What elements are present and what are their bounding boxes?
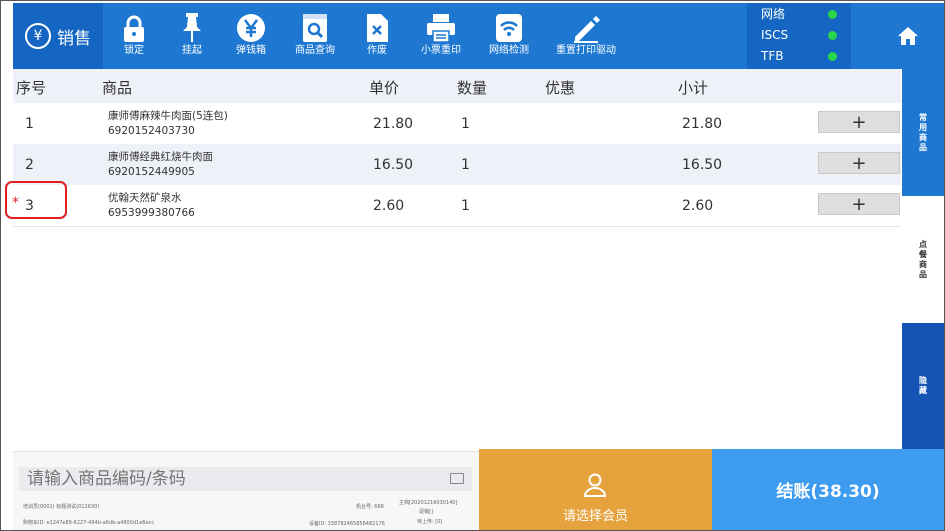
- left-margin: [1, 3, 13, 530]
- status-panel: 网络 ISCS TFB: [747, 3, 851, 69]
- person-icon: [584, 473, 606, 497]
- pos-window: ¥ 销售 锁定 挂起 弹钱箱 商品查询 作废 小票重印 网络检测 重置打印驱动 …: [0, 0, 945, 531]
- wifi-icon: [495, 3, 523, 45]
- product-query-label: 商品查询: [295, 45, 335, 56]
- status-iscs-label: ISCS: [761, 28, 789, 42]
- printer-icon: [426, 3, 456, 45]
- pending-upload-info: 待上传: [0]: [417, 519, 443, 525]
- lock-button[interactable]: 锁定: [111, 3, 157, 69]
- home-button[interactable]: [871, 3, 944, 69]
- header-product: 商品: [102, 79, 133, 97]
- lock-icon: [123, 3, 145, 45]
- device-id-info: 设备ID: 338782465858482176: [309, 521, 385, 527]
- row-product-name: 康师傅经典红烧牛肉面: [108, 151, 213, 163]
- row-product-code: 6920152449905: [108, 166, 195, 178]
- selected-marker: *: [12, 195, 19, 211]
- suspend-label: 挂起: [182, 45, 202, 56]
- main-file-info: 主档[20201216030140]: [399, 500, 458, 506]
- reprint-label: 小票重印: [421, 45, 461, 56]
- table-row[interactable]: 2 康师傅经典红烧牛肉面 6920152449905 16.50 1 16.50…: [13, 144, 901, 185]
- select-member-label: 请选择会员: [562, 509, 628, 524]
- row-index: 2: [25, 157, 34, 173]
- row-price: 21.80: [373, 116, 414, 132]
- tab-order-products-label: 点餐商品: [919, 239, 927, 279]
- table-row[interactable]: * 3 优翰天然矿泉水 6953999380766 2.60 1 2.60 +: [5, 181, 901, 226]
- yen-circle-icon: ¥: [25, 23, 51, 49]
- void-doc-icon: [365, 3, 389, 45]
- cash-drawer-label: 弹钱箱: [236, 45, 266, 56]
- pencil-icon: [571, 3, 601, 45]
- add-qty-button[interactable]: +: [818, 152, 900, 174]
- status-iscs: ISCS: [761, 25, 841, 45]
- checkout-button[interactable]: 结账(38.30): [712, 449, 944, 530]
- tab-common-products[interactable]: 常用商品: [902, 69, 944, 196]
- status-tfb-indicator: [828, 52, 837, 61]
- void-button[interactable]: 作废: [355, 3, 399, 69]
- trainer-info: 培训员(0001) 标题测试(012630): [23, 504, 100, 510]
- row-price: 2.60: [373, 198, 405, 214]
- row-qty: 1: [461, 198, 470, 214]
- tab-order-products[interactable]: 点餐商品: [902, 196, 944, 323]
- cart-id-info: 购物车ID: e1247e89-6227-494b-a6db-a4800d1e6…: [23, 520, 155, 526]
- checkout-label: 结账(38.30): [776, 482, 880, 502]
- row-subtotal: 16.50: [682, 157, 723, 173]
- keyboard-icon[interactable]: [450, 473, 464, 484]
- lock-label: 锁定: [124, 45, 144, 56]
- pin-icon: [181, 3, 203, 45]
- status-tfb-label: TFB: [761, 49, 784, 63]
- brand-label: 销售: [57, 28, 91, 49]
- header-index: 序号: [16, 79, 47, 97]
- home-icon: [897, 27, 918, 45]
- network-check-label: 网络检测: [489, 45, 529, 56]
- network-check-button[interactable]: 网络检测: [483, 3, 535, 69]
- row-index: 1: [25, 116, 34, 132]
- top-toolbar: ¥ 销售 锁定 挂起 弹钱箱 商品查询 作废 小票重印 网络检测 重置打印驱动 …: [13, 3, 944, 69]
- reprint-button[interactable]: 小票重印: [413, 3, 469, 69]
- search-box[interactable]: [19, 467, 472, 491]
- row-product-code: 6920152403730: [108, 125, 195, 137]
- row-product-code: 6953999380766: [108, 207, 195, 219]
- row-qty: 1: [461, 157, 470, 173]
- product-query-button[interactable]: 商品查询: [289, 3, 341, 69]
- row-product-name: 康师傅麻辣牛肉面(5连包): [108, 110, 228, 122]
- select-member-button[interactable]: 请选择会员: [479, 449, 712, 530]
- header-subtotal: 小计: [678, 79, 709, 97]
- status-network-indicator: [828, 10, 837, 19]
- tab-common-products-label: 常用商品: [919, 112, 927, 152]
- add-qty-button[interactable]: +: [818, 193, 900, 215]
- search-doc-icon: [302, 3, 328, 45]
- row-qty: 1: [461, 116, 470, 132]
- status-network: 网络: [761, 4, 841, 24]
- status-iscs-indicator: [828, 31, 837, 40]
- row-subtotal: 21.80: [682, 116, 723, 132]
- void-label: 作废: [367, 45, 387, 56]
- input-area: 培训员(0001) 标题测试(012630) 购物车ID: e1247e89-6…: [13, 451, 479, 530]
- row-product-name: 优翰天然矿泉水: [108, 192, 182, 204]
- reset-printer-button[interactable]: 重置打印驱动: [553, 3, 619, 69]
- table-divider: [13, 226, 901, 227]
- reset-printer-label: 重置打印驱动: [556, 45, 616, 56]
- status-tfb: TFB: [761, 46, 841, 66]
- add-qty-button[interactable]: +: [818, 111, 900, 133]
- header-qty: 数量: [457, 79, 488, 97]
- row-index: 3: [25, 198, 34, 214]
- machine-no-info: 机台号: 668: [356, 504, 384, 510]
- header-discount: 优惠: [545, 79, 576, 97]
- tab-hide-label: 隐藏: [919, 376, 927, 395]
- cash-drawer-button[interactable]: 弹钱箱: [227, 3, 275, 69]
- header-price: 单价: [369, 79, 400, 97]
- suspend-button[interactable]: 挂起: [169, 3, 215, 69]
- cart-table: 序号 商品 单价 数量 优惠 小计 1 康师傅麻辣牛肉面(5连包) 692015…: [5, 69, 901, 226]
- yen-coin-icon: [236, 3, 266, 45]
- sales-brand[interactable]: ¥ 销售: [13, 3, 103, 69]
- table-row[interactable]: 1 康师傅麻辣牛肉面(5连包) 6920152403730 21.80 1 21…: [13, 103, 901, 144]
- tab-hide[interactable]: 隐藏: [902, 323, 944, 449]
- table-header: 序号 商品 单价 数量 优惠 小计: [13, 69, 901, 103]
- row-subtotal: 2.60: [682, 198, 714, 214]
- product-code-input[interactable]: [19, 467, 447, 491]
- status-network-label: 网络: [761, 7, 786, 21]
- promo-info: 促销[]: [419, 509, 433, 515]
- row-price: 16.50: [373, 157, 414, 173]
